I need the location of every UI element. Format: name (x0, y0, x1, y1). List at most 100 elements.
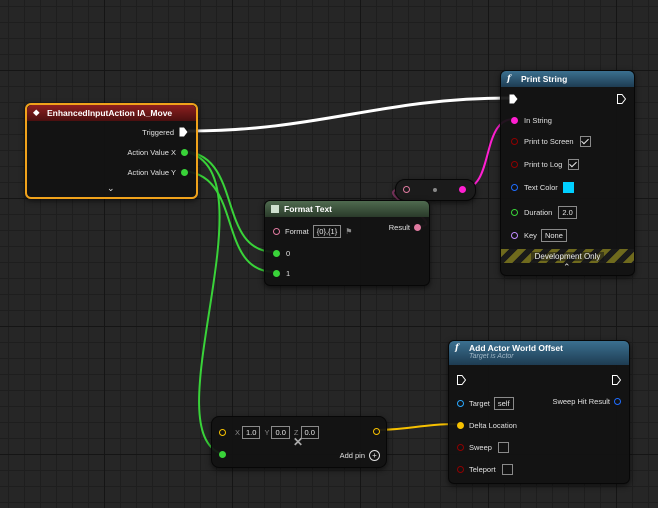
y-input[interactable]: 0.0 (271, 426, 290, 439)
pin-label: Triggered (142, 127, 174, 137)
make-vector-node[interactable]: X 1.0 Y 0.0 Z 0.0 ✕ Add pin + (211, 416, 387, 468)
node-header: ◆ EnhancedInputAction IA_Move (27, 105, 196, 121)
object-pin-icon (457, 400, 464, 407)
pin-action-value-x[interactable]: Action Value X (127, 148, 188, 157)
blueprint-graph-canvas[interactable]: ◆ EnhancedInputAction IA_Move Triggered … (0, 0, 658, 508)
node-title: Print String (521, 74, 568, 84)
pin-sweep[interactable]: Sweep (457, 442, 509, 453)
pin-format[interactable]: Format {0},{1} ⚑ (273, 225, 352, 238)
key-input[interactable]: None (540, 229, 567, 242)
target-input[interactable]: self (493, 397, 514, 410)
node-title: Add Actor World Offset (469, 343, 563, 353)
bool-pin-icon (511, 138, 518, 145)
text-pin-icon (414, 224, 421, 231)
print-to-screen-checkbox[interactable] (579, 136, 591, 147)
print-to-log-checkbox[interactable] (568, 159, 580, 170)
reroute-node[interactable] (395, 179, 476, 201)
flag-icon[interactable]: ⚑ (345, 227, 352, 236)
duration-input[interactable]: 2.0 (558, 206, 577, 219)
event-diamond-icon: ◆ (33, 108, 40, 118)
function-icon: f (455, 343, 459, 353)
pin-action-value-y[interactable]: Action Value Y (127, 168, 188, 177)
bool-pin-icon (457, 444, 464, 451)
format-text-node[interactable]: Format Text Format {0},{1} ⚑ Result 0 1 (264, 200, 430, 286)
exec-in-pin-icon[interactable] (509, 94, 518, 104)
pin-teleport[interactable]: Teleport (457, 464, 513, 475)
exec-pin-icon (179, 127, 188, 137)
pin-label: Action Value Y (127, 168, 176, 177)
function-icon: f (507, 74, 511, 84)
pin-label: Sweep (469, 443, 492, 452)
pin-label: Sweep Hit Result (552, 397, 610, 406)
enhanced-input-action-node[interactable]: ◆ EnhancedInputAction IA_Move Triggered … (25, 103, 198, 199)
vector-out-pin-icon[interactable] (373, 428, 380, 435)
pin-triggered[interactable]: Triggered (142, 127, 188, 137)
node-title: EnhancedInputAction IA_Move (47, 108, 173, 118)
chevron-down-icon[interactable]: ⌄ (107, 183, 115, 194)
pin-label: Delta Location (469, 421, 517, 430)
pin-result[interactable]: Result (389, 223, 421, 232)
pin-sweep-hit-result[interactable]: Sweep Hit Result (552, 397, 621, 406)
z-input[interactable]: 0.0 (300, 426, 319, 439)
bool-pin-icon (457, 466, 464, 473)
vector-pin-icon (457, 422, 464, 429)
text-pin-icon (273, 228, 280, 235)
string-pin-icon (511, 117, 518, 124)
development-only-banner: Development Only (501, 249, 634, 263)
reroute-center-icon (433, 188, 437, 192)
float-pin-icon (181, 169, 188, 176)
pin-label: Print to Screen (524, 137, 574, 146)
struct-pin-icon (614, 398, 621, 405)
float-pin-icon (181, 149, 188, 156)
pin-key[interactable]: Key None (511, 229, 567, 242)
pin-duration[interactable]: Duration 2.0 (511, 206, 577, 219)
exec-out-pin-icon[interactable] (612, 375, 621, 385)
pin-in-string[interactable]: In String (511, 116, 552, 125)
text-pin-icon[interactable] (403, 186, 410, 193)
pin-text-color[interactable]: Text Color (511, 182, 574, 193)
node-header: f Print String (501, 71, 634, 87)
exec-wire[interactable] (187, 96, 511, 133)
close-icon[interactable]: ✕ (293, 435, 303, 449)
float-pin-icon (273, 270, 280, 277)
exec-out-pin-icon[interactable] (617, 94, 626, 104)
vector-pin-icon[interactable] (219, 429, 226, 436)
exec-in-pin-icon[interactable] (457, 375, 466, 385)
add-actor-world-offset-node[interactable]: f Add Actor World Offset Target is Actor… (448, 340, 630, 484)
banner-label: Development Only (530, 251, 605, 261)
print-string-node[interactable]: f Print String In String Print to Screen… (500, 70, 635, 276)
node-title: Format Text (284, 204, 333, 214)
vector-in-pin-icon[interactable] (219, 451, 226, 458)
pin-arg-0[interactable]: 0 (273, 249, 290, 258)
pin-label: In String (524, 116, 552, 125)
float-pin-icon (511, 209, 518, 216)
pin-print-to-log[interactable]: Print to Log (511, 159, 580, 170)
pin-label: Text Color (524, 183, 558, 192)
sweep-checkbox[interactable] (497, 442, 509, 453)
pin-print-to-screen[interactable]: Print to Screen (511, 136, 591, 147)
struct-pin-icon (511, 184, 518, 191)
pin-arg-1[interactable]: 1 (273, 269, 290, 278)
format-text-icon (271, 205, 279, 213)
string-pin-icon[interactable] (459, 186, 466, 193)
pin-label: Target (469, 399, 490, 408)
chevron-up-icon[interactable]: ⌃ (563, 262, 571, 273)
x-label: X (235, 428, 241, 437)
pin-label: Result (388, 223, 410, 232)
teleport-checkbox[interactable] (501, 464, 513, 475)
node-subtitle: Target is Actor (469, 353, 514, 360)
format-input[interactable]: {0},{1} (312, 225, 342, 238)
x-input[interactable]: 1.0 (242, 426, 261, 439)
plus-circle-icon: + (369, 450, 380, 461)
pin-target[interactable]: Target self (457, 397, 514, 410)
pin-delta-location[interactable]: Delta Location (457, 421, 517, 430)
float-pin-icon (273, 250, 280, 257)
add-pin-button[interactable]: Add pin + (340, 450, 380, 461)
pin-label: Key (524, 231, 537, 240)
name-pin-icon (511, 232, 518, 239)
y-label: Y (264, 428, 270, 437)
text-color-swatch[interactable] (562, 182, 574, 193)
add-pin-label: Add pin (339, 451, 365, 460)
pin-label: Action Value X (127, 148, 176, 157)
pin-label: Duration (524, 208, 553, 217)
